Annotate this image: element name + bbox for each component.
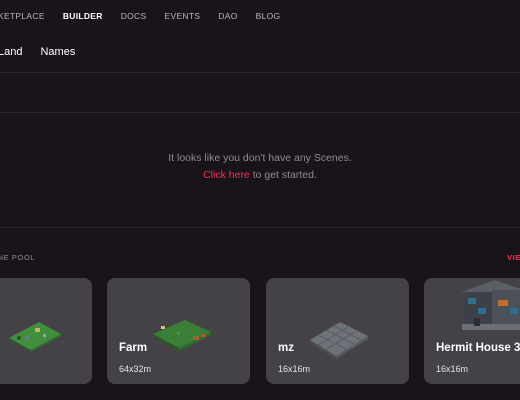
- divider: [0, 112, 520, 113]
- house-thumbnail-icon: [462, 280, 520, 330]
- builder-page: KETPLACE BUILDER DOCS EVENTS DAO BLOG La…: [0, 0, 520, 400]
- divider: [0, 227, 520, 228]
- stone-tile-thumbnail-icon: [310, 322, 368, 359]
- scene-card[interactable]: [0, 278, 92, 384]
- divider: [0, 72, 520, 73]
- scene-card-title: Farm: [119, 342, 148, 354]
- empty-state-suffix: to get started.: [249, 169, 317, 181]
- view-more-link[interactable]: VIEW MORE: [507, 253, 520, 262]
- nav-marketplace[interactable]: KETPLACE: [0, 11, 45, 21]
- top-navigation: KETPLACE BUILDER DOCS EVENTS DAO BLOG: [0, 11, 298, 21]
- nav-builder[interactable]: BUILDER: [63, 11, 103, 21]
- scene-card-title: mz: [278, 342, 294, 354]
- scene-card[interactable]: mz 16x16m: [266, 278, 409, 384]
- scene-card-size: 16x16m: [436, 364, 469, 374]
- tab-land[interactable]: Land: [0, 46, 22, 58]
- builder-subtabs: Land Names: [0, 46, 93, 58]
- tab-names[interactable]: Names: [40, 46, 75, 58]
- nav-dao[interactable]: DAO: [218, 11, 237, 21]
- grass-land-thumbnail-icon: [9, 322, 61, 352]
- scene-card-title: Hermit House 3: [436, 342, 520, 354]
- empty-state: It looks like you don't have any Scenes.…: [0, 150, 520, 184]
- nav-events[interactable]: EVENTS: [164, 11, 200, 21]
- empty-state-message: It looks like you don't have any Scenes.: [168, 152, 352, 164]
- nav-docs[interactable]: DOCS: [121, 11, 147, 21]
- scene-card[interactable]: Hermit House 3 16x16m: [424, 278, 520, 384]
- farm-thumbnail-icon: [153, 320, 211, 351]
- get-started-link[interactable]: Click here: [203, 169, 250, 181]
- scene-pool-title: ENE POOL: [0, 253, 36, 262]
- nav-blog[interactable]: BLOG: [256, 11, 281, 21]
- scene-card-size: 64x32m: [119, 364, 152, 374]
- scene-card-size: 16x16m: [278, 364, 311, 374]
- empty-state-cta: Click here to get started.: [0, 167, 520, 184]
- scene-card[interactable]: Farm 64x32m: [107, 278, 250, 384]
